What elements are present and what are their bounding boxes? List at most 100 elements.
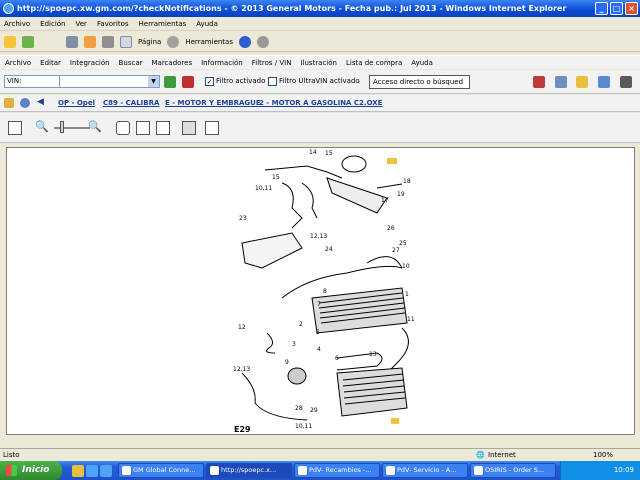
zoom-slider[interactable] xyxy=(54,121,90,133)
svg-text:10,11: 10,11 xyxy=(255,185,272,192)
menu-ayuda[interactable]: Ayuda xyxy=(196,20,218,28)
svg-text:27: 27 xyxy=(392,247,400,254)
svg-text:17: 17 xyxy=(381,197,389,204)
quicklaunch-ie-icon[interactable] xyxy=(86,465,98,477)
task-gm-global[interactable]: GM Global Conne... xyxy=(118,463,204,478)
app-menu-ilustracion[interactable]: Ilustración xyxy=(300,59,337,67)
opel-logo-icon[interactable] xyxy=(576,76,588,88)
zoom-slider-handle[interactable] xyxy=(60,121,64,133)
security-zone: Internet xyxy=(488,451,516,459)
info-icon[interactable] xyxy=(598,76,610,88)
task-recambios[interactable]: PdV- Recambios -... xyxy=(294,463,380,478)
svg-text:11: 11 xyxy=(407,316,415,323)
svg-text:29: 29 xyxy=(310,407,318,414)
vin-go-car-icon[interactable] xyxy=(164,76,176,88)
bracket xyxy=(241,232,303,269)
zoom-out-icon[interactable]: 🔍 xyxy=(35,120,49,133)
app-menu-integracion[interactable]: Integración xyxy=(70,59,110,67)
minimize-button[interactable]: _ xyxy=(595,2,608,15)
settings-icon[interactable] xyxy=(620,76,632,88)
vin-label: VIN: xyxy=(7,77,22,85)
pipe-left-2 xyxy=(301,182,318,219)
app-menu-bar: Archivo Editar Integración Buscar Marcad… xyxy=(0,55,640,69)
start-button[interactable]: Inicio xyxy=(0,461,62,480)
ultravin-checkbox[interactable] xyxy=(268,77,277,86)
close-button[interactable]: × xyxy=(625,2,638,15)
task-osiris[interactable]: OSIRIS - Order S... xyxy=(470,463,556,478)
task-spoepc[interactable]: http://spoepc.x... xyxy=(206,463,292,478)
research-icon[interactable] xyxy=(257,35,269,48)
svg-text:9: 9 xyxy=(285,359,289,366)
page-menu-button[interactable]: Página xyxy=(138,38,161,46)
task-servicio[interactable]: PdV- Servicio - A... xyxy=(382,463,468,478)
app-menu-filtros-vin[interactable]: Filtros / VIN xyxy=(252,59,292,67)
app-menu-ayuda[interactable]: Ayuda xyxy=(411,59,433,67)
menu-archivo[interactable]: Archivo xyxy=(4,20,30,28)
menu-favoritos[interactable]: Favoritos xyxy=(97,20,129,28)
print-icon[interactable] xyxy=(102,35,114,48)
export-icon[interactable] xyxy=(205,121,219,135)
svg-text:24: 24 xyxy=(325,246,333,253)
svg-text:6: 6 xyxy=(335,355,339,362)
vin-clear-car-icon[interactable] xyxy=(182,76,194,88)
app-menu-buscar[interactable]: Buscar xyxy=(119,59,143,67)
app-menu-archivo[interactable]: Archivo xyxy=(5,59,31,67)
feeds-icon[interactable] xyxy=(84,35,96,48)
breadcrumb-motor-gasolina[interactable]: 2 - MOTOR A GASOLINA C2.OXE xyxy=(259,99,382,107)
notes-icon[interactable] xyxy=(555,76,567,88)
svg-text:13: 13 xyxy=(369,351,377,358)
svg-text:3: 3 xyxy=(292,341,296,348)
illustration-toolbar: 🔍 🔍 xyxy=(0,113,640,143)
figure-id: E29 xyxy=(234,425,251,434)
favorites-star-icon[interactable] xyxy=(4,35,16,48)
zoom-in-icon[interactable]: 🔍 xyxy=(88,120,102,133)
quicklaunch-ie2-icon[interactable] xyxy=(100,465,112,477)
fit-view-icon[interactable] xyxy=(116,121,130,135)
bookmark-icon[interactable] xyxy=(533,76,545,88)
quick-access-input[interactable]: Acceso directo o búsqued xyxy=(369,75,470,89)
svg-text:18: 18 xyxy=(403,178,411,185)
quicklaunch-folder-icon[interactable] xyxy=(72,465,84,477)
svg-text:7: 7 xyxy=(317,301,321,308)
zoom-level[interactable]: 100% xyxy=(593,449,613,461)
help-icon[interactable] xyxy=(239,35,251,48)
ie-command-bar: Página Herramientas xyxy=(0,32,640,52)
status-text: Listo xyxy=(3,451,20,459)
app-menu-informacion[interactable]: Información xyxy=(201,59,243,67)
help-icon[interactable] xyxy=(20,98,30,108)
app-menu-marcadores[interactable]: Marcadores xyxy=(152,59,193,67)
back-arrow-icon[interactable]: ◀ xyxy=(37,97,44,107)
menu-herramientas[interactable]: Herramientas xyxy=(139,20,187,28)
app-menu-editar[interactable]: Editar xyxy=(40,59,61,67)
add-favorites-icon[interactable] xyxy=(22,35,34,48)
svg-text:10: 10 xyxy=(402,263,410,270)
home-icon[interactable] xyxy=(66,35,78,48)
fit-width-icon[interactable] xyxy=(136,121,150,135)
maximize-button[interactable]: □ xyxy=(610,2,623,15)
breadcrumb-motor-embrague[interactable]: E - MOTOR Y EMBRAGUE xyxy=(165,99,261,107)
clock: 10:09 xyxy=(613,466,634,474)
throttle-body xyxy=(326,177,388,214)
print-icon[interactable] xyxy=(182,121,196,135)
exploded-parts-diagram[interactable]: 14 1515 181917 10,1112,1323 242526 27108 … xyxy=(7,148,634,434)
vin-select[interactable]: VIN: ▼ xyxy=(4,75,160,88)
sensor-28 xyxy=(287,367,307,385)
app-menu-lista-compra[interactable]: Lista de compra xyxy=(346,59,402,67)
fit-height-icon[interactable] xyxy=(156,121,170,135)
filter-checkbox[interactable]: ✓ xyxy=(205,77,214,86)
home-icon[interactable] xyxy=(4,98,14,108)
o-ring xyxy=(341,155,367,173)
breadcrumb-opel[interactable]: OP - Opel xyxy=(58,99,95,107)
svg-text:1: 1 xyxy=(405,291,409,298)
system-tray: 10:09 xyxy=(560,461,640,480)
menu-ver[interactable]: Ver xyxy=(76,20,87,28)
horizontal-scrollbar[interactable] xyxy=(0,435,640,447)
chevron-down-icon[interactable]: ▼ xyxy=(148,76,159,87)
tools-menu-button[interactable]: Herramientas xyxy=(185,38,233,46)
hose-12 xyxy=(266,332,276,354)
windows-taskbar: Inicio GM Global Conne... http://spoepc.… xyxy=(0,461,640,480)
breadcrumb-calibra[interactable]: C89 - CALIBRA xyxy=(103,99,159,107)
globe-icon: 🌐 xyxy=(476,451,485,459)
menu-edicion[interactable]: Edición xyxy=(40,20,65,28)
illustration-list-icon[interactable] xyxy=(8,121,22,135)
